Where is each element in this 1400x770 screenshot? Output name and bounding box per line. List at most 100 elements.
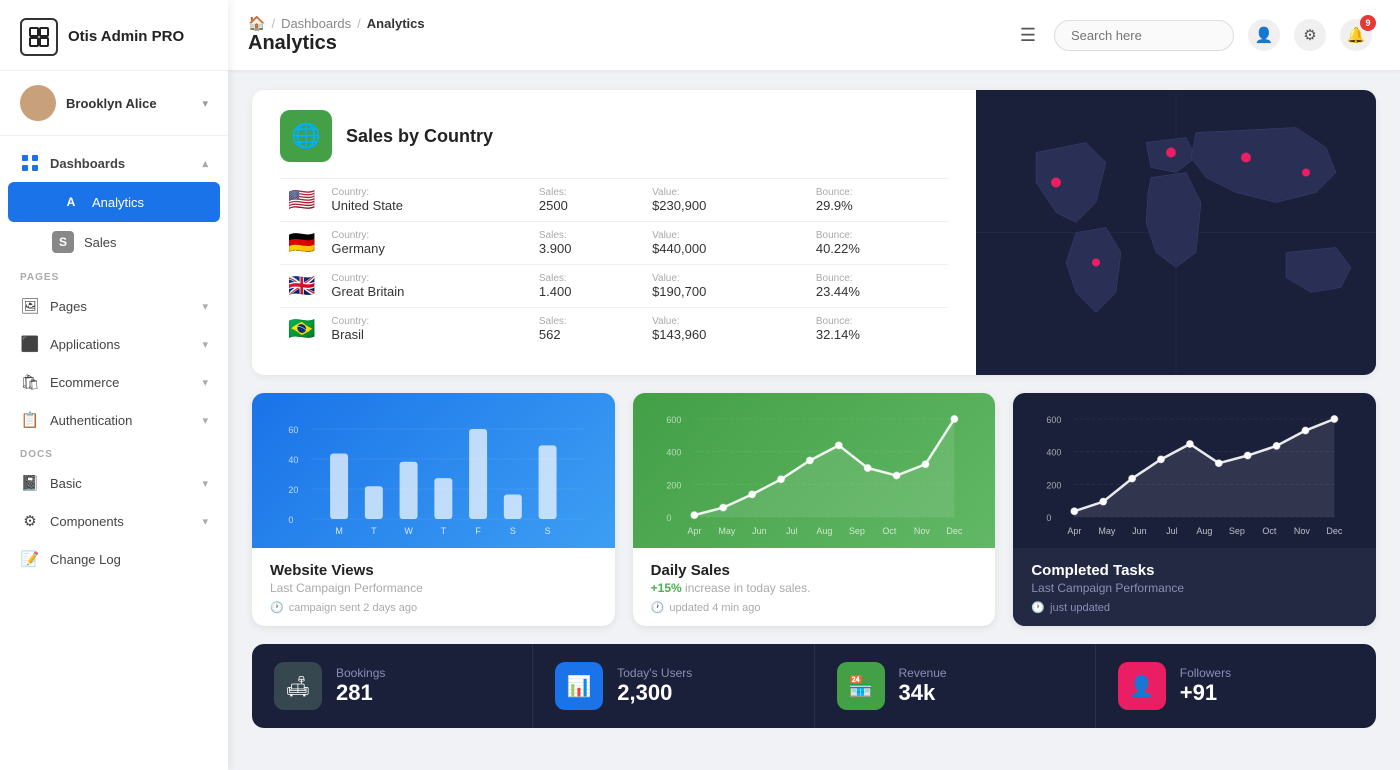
clock-icon-3: 🕐: [1031, 601, 1045, 614]
stat-value: +91: [1180, 680, 1231, 706]
stat-info: Revenue 34k: [899, 666, 947, 706]
breadcrumb: 🏠 / Dashboards / Analytics: [248, 15, 1010, 32]
ecommerce-label: Ecommerce: [50, 375, 192, 390]
sidebar-item-authentication[interactable]: 📋 Authentication ▾: [0, 401, 228, 439]
logo-icon: [20, 18, 58, 56]
website-views-subtitle: Last Campaign Performance: [270, 581, 597, 595]
completed-tasks-info: Completed Tasks Last Campaign Performanc…: [1013, 548, 1376, 626]
pages-icon: 🖼: [20, 296, 40, 316]
daily-sales-card: 0200400600AprMayJunJulAugSepOctNovDec Da…: [633, 393, 996, 626]
components-label: Components: [50, 514, 192, 529]
sidebar-user[interactable]: Brooklyn Alice ▾: [0, 71, 228, 136]
logo-text: Otis Admin PRO: [68, 28, 184, 46]
breadcrumb-current: Analytics: [367, 16, 425, 31]
svg-text:W: W: [404, 526, 413, 536]
svg-text:M: M: [335, 526, 343, 536]
svg-text:400: 400: [1047, 448, 1062, 458]
svg-text:0: 0: [1047, 513, 1052, 523]
sidebar-item-components[interactable]: ⚙ Components ▾: [0, 502, 228, 540]
stat-info: Today's Users 2,300: [617, 666, 692, 706]
avatar: [20, 85, 56, 121]
svg-text:40: 40: [288, 455, 298, 465]
breadcrumb-dashboards[interactable]: Dashboards: [281, 16, 351, 31]
basic-icon: 📓: [20, 473, 40, 493]
topbar: 🏠 / Dashboards / Analytics Analytics ☰ 👤…: [228, 0, 1400, 70]
stat-label: Today's Users: [617, 666, 692, 680]
sidebar-item-dashboards[interactable]: Dashboards ▴: [0, 144, 228, 182]
changelog-icon: 📝: [20, 549, 40, 569]
sidebar-item-applications[interactable]: ⬛ Applications ▾: [0, 325, 228, 363]
chevron-auth-icon: ▾: [202, 414, 208, 427]
clock-icon-2: 🕐: [651, 601, 665, 614]
completed-tasks-title: Completed Tasks: [1031, 562, 1358, 579]
stat-label: Followers: [1180, 666, 1231, 680]
analytics-letter-icon: A: [60, 191, 82, 213]
sidebar-item-changelog[interactable]: 📝 Change Log: [0, 540, 228, 578]
website-views-info: Website Views Last Campaign Performance …: [252, 548, 615, 626]
expand-icon: ▴: [202, 157, 208, 170]
stat-item: 📊 Today's Users 2,300: [533, 644, 814, 728]
stat-value: 34k: [899, 680, 947, 706]
dashboards-icon: [20, 153, 40, 173]
svg-text:20: 20: [288, 485, 298, 495]
svg-text:Dec: Dec: [1327, 526, 1344, 536]
ecommerce-icon: 🛍: [20, 372, 40, 392]
basic-label: Basic: [50, 476, 192, 491]
stat-label: Revenue: [899, 666, 947, 680]
stat-item: 🏪 Revenue 34k: [815, 644, 1096, 728]
auth-icon: 📋: [20, 410, 40, 430]
settings-icon[interactable]: ⚙: [1294, 19, 1326, 51]
country-table: 🇺🇸 Country: United State Sales: 2500 Val…: [280, 178, 948, 350]
stat-item: 👤 Followers +91: [1096, 644, 1376, 728]
table-row: 🇺🇸 Country: United State Sales: 2500 Val…: [280, 179, 948, 222]
website-views-title: Website Views: [270, 562, 597, 579]
pages-label: Pages: [50, 299, 192, 314]
notification-icon[interactable]: 🔔 9: [1340, 19, 1372, 51]
svg-text:200: 200: [1047, 480, 1062, 490]
svg-text:May: May: [718, 526, 736, 536]
svg-text:Apr: Apr: [1068, 526, 1082, 536]
svg-text:Sep: Sep: [849, 526, 865, 536]
topbar-left: 🏠 / Dashboards / Analytics Analytics: [248, 15, 1010, 55]
svg-text:60: 60: [288, 425, 298, 435]
sales-card-left: 🌐 Sales by Country 🇺🇸 Country: United St…: [252, 90, 976, 375]
pages-section-label: PAGES: [0, 262, 228, 287]
applications-icon: ⬛: [20, 334, 40, 354]
sales-label: Sales: [84, 235, 208, 250]
svg-text:Oct: Oct: [1263, 526, 1278, 536]
changelog-label: Change Log: [50, 552, 208, 567]
globe-icon: 🌐: [280, 110, 332, 162]
breadcrumb-sep1: /: [271, 16, 275, 31]
svg-text:Jul: Jul: [1166, 526, 1178, 536]
stat-icon: 📊: [555, 662, 603, 710]
hamburger-icon[interactable]: ☰: [1020, 25, 1036, 46]
sidebar-item-ecommerce[interactable]: 🛍 Ecommerce ▾: [0, 363, 228, 401]
sidebar-item-pages[interactable]: 🖼 Pages ▾: [0, 287, 228, 325]
user-profile-icon[interactable]: 👤: [1248, 19, 1280, 51]
svg-text:Jun: Jun: [752, 526, 767, 536]
sidebar: Otis Admin PRO Brooklyn Alice ▾ Dashboar…: [0, 0, 228, 770]
stats-row: 🛋 Bookings 281 📊 Today's Users 2,300 🏪 R…: [252, 644, 1376, 728]
applications-label: Applications: [50, 337, 192, 352]
completed-tasks-card: 0200400600AprMayJunJulAugSepOctNovDec Co…: [1013, 393, 1376, 626]
topbar-right: 👤 ⚙ 🔔 9: [1054, 19, 1372, 51]
table-row: 🇧🇷 Country: Brasil Sales: 562 Value: $14…: [280, 308, 948, 351]
dashboards-label: Dashboards: [50, 156, 192, 171]
daily-sales-title: Daily Sales: [651, 562, 978, 579]
svg-text:Nov: Nov: [914, 526, 931, 536]
sidebar-item-analytics[interactable]: A Analytics: [8, 182, 220, 222]
svg-text:T: T: [441, 526, 447, 536]
search-input[interactable]: [1054, 20, 1234, 51]
sales-by-country-title: Sales by Country: [346, 126, 493, 147]
website-views-chart: 0204060MTWTFSS: [252, 393, 615, 548]
sidebar-item-basic[interactable]: 📓 Basic ▾: [0, 464, 228, 502]
svg-text:Dec: Dec: [946, 526, 963, 536]
svg-text:May: May: [1099, 526, 1117, 536]
charts-row: 0204060MTWTFSS Website Views Last Campai…: [252, 393, 1376, 626]
stat-icon: 🏪: [837, 662, 885, 710]
sidebar-item-sales[interactable]: S Sales: [0, 222, 228, 262]
chevron-basic-icon: ▾: [202, 477, 208, 490]
completed-tasks-footer: 🕐 just updated: [1031, 601, 1358, 614]
website-views-card: 0204060MTWTFSS Website Views Last Campai…: [252, 393, 615, 626]
website-views-footer: 🕐 campaign sent 2 days ago: [270, 601, 597, 614]
